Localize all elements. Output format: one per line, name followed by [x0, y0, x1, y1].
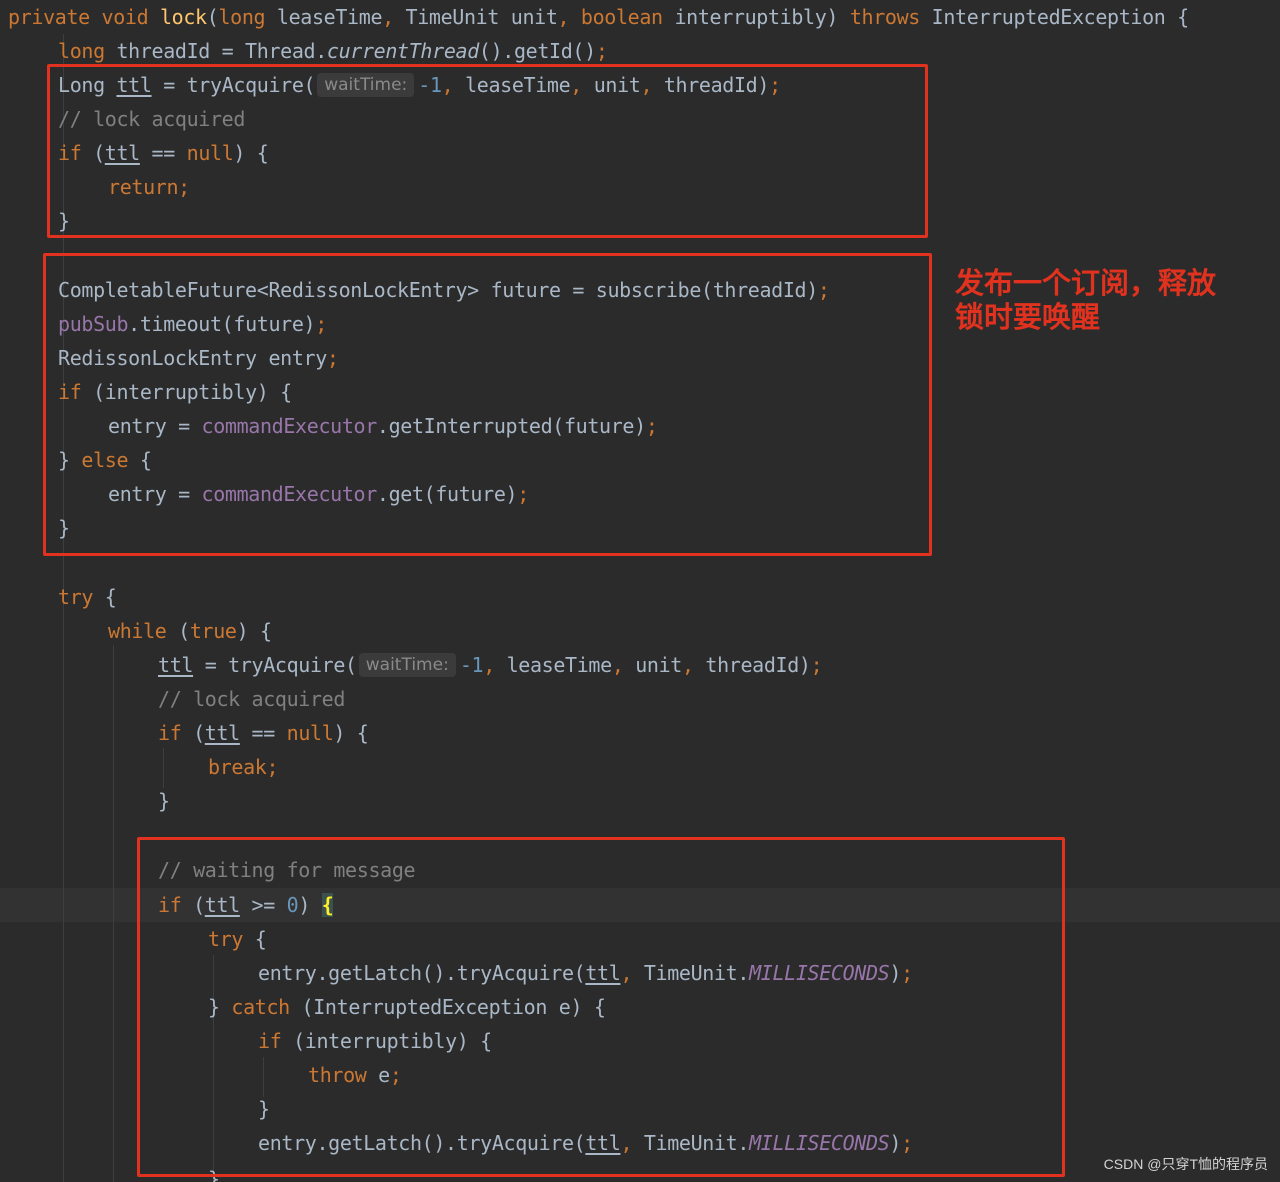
code-text: TimeUnit unit — [405, 5, 558, 29]
keyword: throws — [849, 5, 921, 29]
annotation-line-2: 锁时要唤醒 — [955, 300, 1101, 334]
code-text: { — [93, 585, 117, 609]
code-line-22[interactable]: } — [158, 784, 170, 818]
variable-ttl: ttl — [158, 653, 194, 677]
annotation-note: 发布一个订阅，释放 锁时要唤醒 — [955, 266, 1255, 334]
code-line-20[interactable]: if (ttl == null) { — [158, 716, 369, 750]
code-text: interruptibly) — [662, 5, 850, 29]
method-name: lock — [159, 5, 207, 29]
keyword: long — [218, 5, 266, 29]
code-comment[interactable]: // lock acquired — [158, 682, 345, 716]
keyword: true — [189, 619, 237, 643]
semicolon: ; — [266, 755, 279, 779]
static-method: currentThread — [326, 39, 479, 63]
code-text: = tryAcquire( — [193, 653, 357, 677]
comma: , — [557, 5, 581, 29]
watermark: CSDN @只穿T恤的程序员 — [1103, 1156, 1268, 1172]
comma: , — [382, 5, 406, 29]
keyword: try — [58, 585, 94, 609]
code-editor[interactable]: private void lock(long leaseTime, TimeUn… — [0, 0, 1280, 1182]
code-text: InterruptedException { — [919, 5, 1190, 29]
keyword: private void — [8, 5, 160, 29]
indent-guide — [113, 645, 114, 1182]
variable-ttl: ttl — [204, 721, 240, 745]
indent-guide — [163, 748, 164, 788]
comma: , — [611, 653, 636, 677]
code-text: == — [239, 721, 287, 745]
highlight-box-wait-message — [137, 837, 1065, 1177]
code-line-2[interactable]: long threadId = Thread.currentThread().g… — [58, 34, 608, 68]
keyword: if — [158, 721, 182, 745]
parameter-hint: waitTime: — [358, 653, 456, 677]
keyword: break — [208, 755, 267, 779]
highlight-box-try-acquire — [47, 64, 928, 238]
annotation-line-1: 发布一个订阅，释放 — [955, 266, 1217, 300]
code-line-1[interactable]: private void lock(long leaseTime, TimeUn… — [8, 0, 1189, 34]
code-text: threadId = Thread. — [104, 39, 327, 63]
code-text: leaseTime — [506, 653, 613, 677]
code-text: ) { — [236, 619, 272, 643]
keyword: long — [58, 39, 105, 63]
semicolon: ; — [810, 653, 823, 677]
semicolon: ; — [595, 39, 608, 63]
code-line-16[interactable]: try { — [58, 580, 117, 614]
code-text: threadId) — [705, 653, 811, 677]
code-line-17[interactable]: while (true) { — [108, 614, 272, 648]
keyword: boolean — [580, 5, 663, 29]
keyword: while — [108, 619, 167, 643]
code-line-21[interactable]: break; — [208, 750, 279, 784]
code-text: ) { — [333, 721, 369, 745]
code-text: ( — [181, 721, 205, 745]
code-line-18[interactable]: ttl = tryAcquire(waitTime: -1, leaseTime,… — [158, 648, 823, 682]
highlight-box-subscribe — [43, 253, 932, 556]
code-text: leaseTime — [265, 5, 383, 29]
code-text: ( — [166, 619, 190, 643]
code-text: ().getId() — [478, 39, 596, 63]
keyword: null — [286, 721, 334, 745]
comma: , — [483, 653, 507, 677]
number: -1 — [459, 653, 484, 677]
code-text: unit — [635, 653, 682, 677]
comma: , — [681, 653, 706, 677]
code-text: ( — [206, 5, 219, 29]
